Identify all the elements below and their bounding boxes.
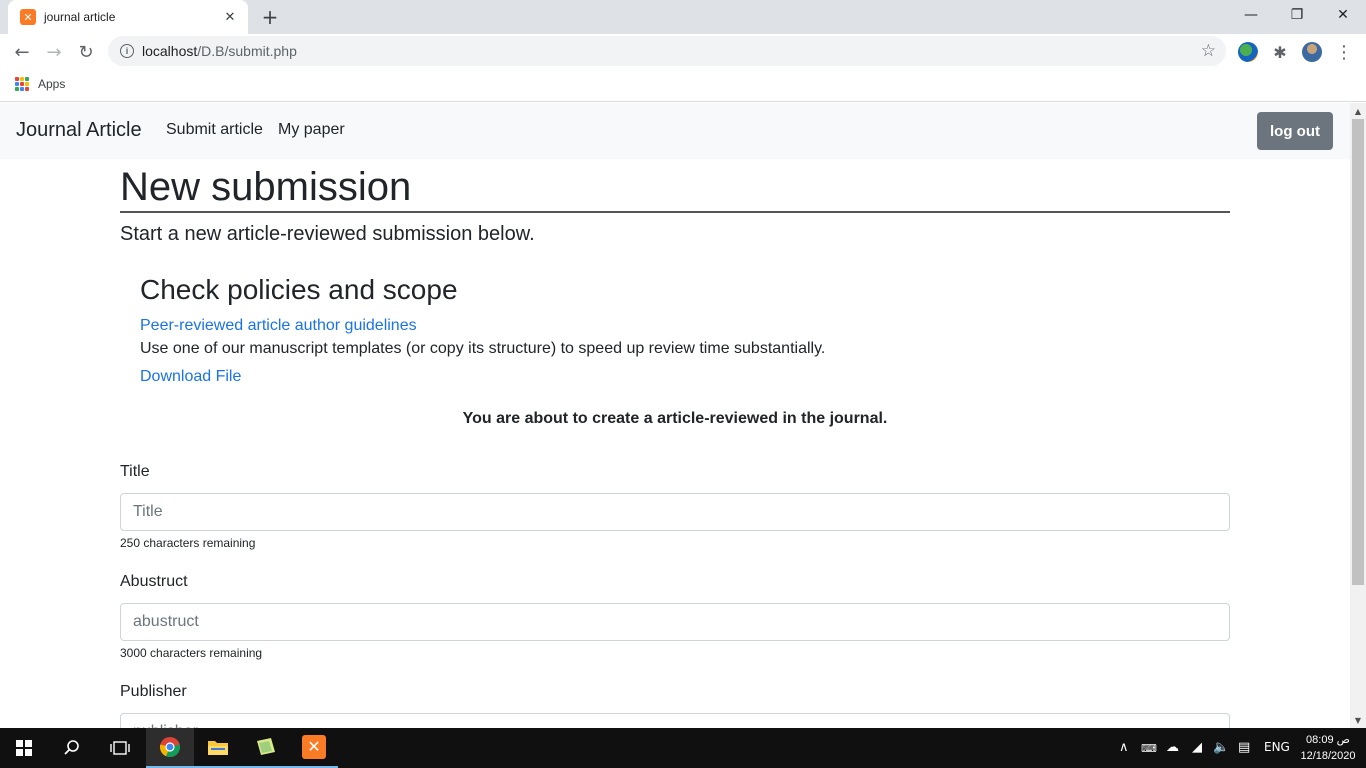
windows-taskbar: ✕ ∧ ⌨ ☁ ◢ 🔈 ▤ ENG 08:09 ص 12/18/2020 (0, 728, 1366, 768)
browser-tab-strip: ✕ journal article ✕ + — ❐ ✕ (0, 0, 1366, 34)
url-text: localhost/D.B/submit.php (142, 43, 297, 59)
apps-grid-icon (15, 77, 29, 91)
reload-button[interactable]: ↻ (72, 38, 100, 66)
scroll-up-arrow-icon[interactable]: ▲ (1350, 103, 1366, 119)
onedrive-cloud-icon[interactable]: ☁ (1166, 740, 1179, 755)
page-viewport: Journal Article Submit article My paper … (0, 103, 1350, 728)
title-input[interactable] (120, 493, 1230, 531)
task-view-button[interactable] (96, 728, 144, 768)
templates-text: Use one of our manuscript templates (or … (140, 340, 826, 357)
page-lead: Start a new article-reviewed submission … (120, 223, 535, 245)
abstract-char-counter: 3000 characters remaining (120, 646, 263, 660)
abstract-label: Abustruct (120, 573, 188, 590)
chrome-icon (159, 737, 181, 758)
browser-menu-icon[interactable]: ⋮ (1330, 38, 1358, 66)
input-indicator-icon[interactable]: ⌨ (1141, 742, 1157, 755)
action-center-icon[interactable]: ▤ (1238, 740, 1250, 755)
nav-link-submit-article[interactable]: Submit article (166, 121, 263, 139)
submission-notice: You are about to create a article-review… (462, 410, 888, 427)
sticky-notes-icon (257, 738, 275, 755)
back-button[interactable]: ← (8, 38, 36, 66)
taskbar-notes-app[interactable] (242, 728, 290, 768)
wifi-icon[interactable]: ◢ (1192, 740, 1202, 755)
tab-title: journal article (44, 10, 116, 24)
browser-toolbar: ← → ↻ i localhost/D.B/submit.php ☆ ✱ ⋮ (0, 34, 1366, 70)
extension-globe-icon[interactable] (1238, 42, 1258, 62)
taskbar-file-explorer[interactable] (194, 728, 242, 768)
publisher-label: Publisher (120, 683, 187, 700)
title-char-counter: 250 characters remaining (120, 536, 256, 550)
task-view-icon (110, 741, 130, 755)
close-window-button[interactable]: ✕ (1320, 0, 1366, 30)
taskbar-chrome[interactable] (146, 728, 194, 768)
publisher-input[interactable] (120, 713, 1230, 728)
windows-logo-icon (16, 740, 32, 756)
extensions-puzzle-icon[interactable]: ✱ (1266, 38, 1294, 66)
restore-window-button[interactable]: ❐ (1274, 0, 1320, 30)
title-label: Title (120, 463, 150, 480)
scroll-down-arrow-icon[interactable]: ▼ (1350, 712, 1366, 728)
volume-icon[interactable]: 🔈 (1213, 740, 1229, 755)
apps-label: Apps (38, 77, 66, 91)
profile-avatar[interactable] (1302, 42, 1322, 62)
search-button[interactable] (48, 728, 96, 768)
apps-bookmark[interactable]: Apps (15, 77, 65, 91)
start-button[interactable] (0, 728, 48, 768)
address-bar[interactable]: i localhost/D.B/submit.php ☆ (108, 36, 1226, 66)
abstract-input[interactable] (120, 603, 1230, 641)
bookmark-star-icon[interactable]: ☆ (1201, 41, 1216, 61)
taskbar-xampp[interactable]: ✕ (290, 728, 338, 768)
bookmarks-bar: Apps (0, 70, 1366, 102)
new-tab-button[interactable]: + (258, 5, 282, 29)
language-indicator[interactable]: ENG (1264, 740, 1290, 754)
forward-button[interactable]: → (40, 38, 68, 66)
folder-icon (208, 741, 228, 755)
clock-time: 08:09 ص (1306, 734, 1350, 746)
page-scrollbar[interactable]: ▲ ▼ (1350, 103, 1366, 728)
download-file-link[interactable]: Download File (140, 368, 241, 386)
author-guidelines-link[interactable]: Peer-reviewed article author guidelines (140, 317, 417, 335)
search-icon (64, 740, 79, 755)
policies-heading: Check policies and scope (140, 274, 458, 305)
page-title: New submission (120, 165, 412, 209)
browser-tab[interactable]: ✕ journal article ✕ (8, 0, 248, 34)
system-clock[interactable]: 08:09 ص 12/18/2020 (1296, 732, 1360, 764)
site-info-icon[interactable]: i (120, 44, 134, 58)
navbar-brand[interactable]: Journal Article (16, 119, 142, 142)
logout-button[interactable]: log out (1257, 112, 1333, 150)
show-hidden-icons-chevron-icon[interactable]: ∧ (1119, 740, 1129, 755)
nav-link-my-paper[interactable]: My paper (278, 121, 345, 139)
xampp-icon: ✕ (302, 735, 326, 759)
minimize-window-button[interactable]: — (1228, 0, 1274, 30)
scroll-thumb[interactable] (1352, 119, 1364, 585)
clock-date: 12/18/2020 (1300, 750, 1356, 762)
xampp-favicon-icon: ✕ (20, 9, 36, 25)
title-divider (120, 211, 1230, 213)
close-tab-icon[interactable]: ✕ (222, 9, 238, 25)
site-navbar: Journal Article Submit article My paper … (0, 103, 1350, 159)
